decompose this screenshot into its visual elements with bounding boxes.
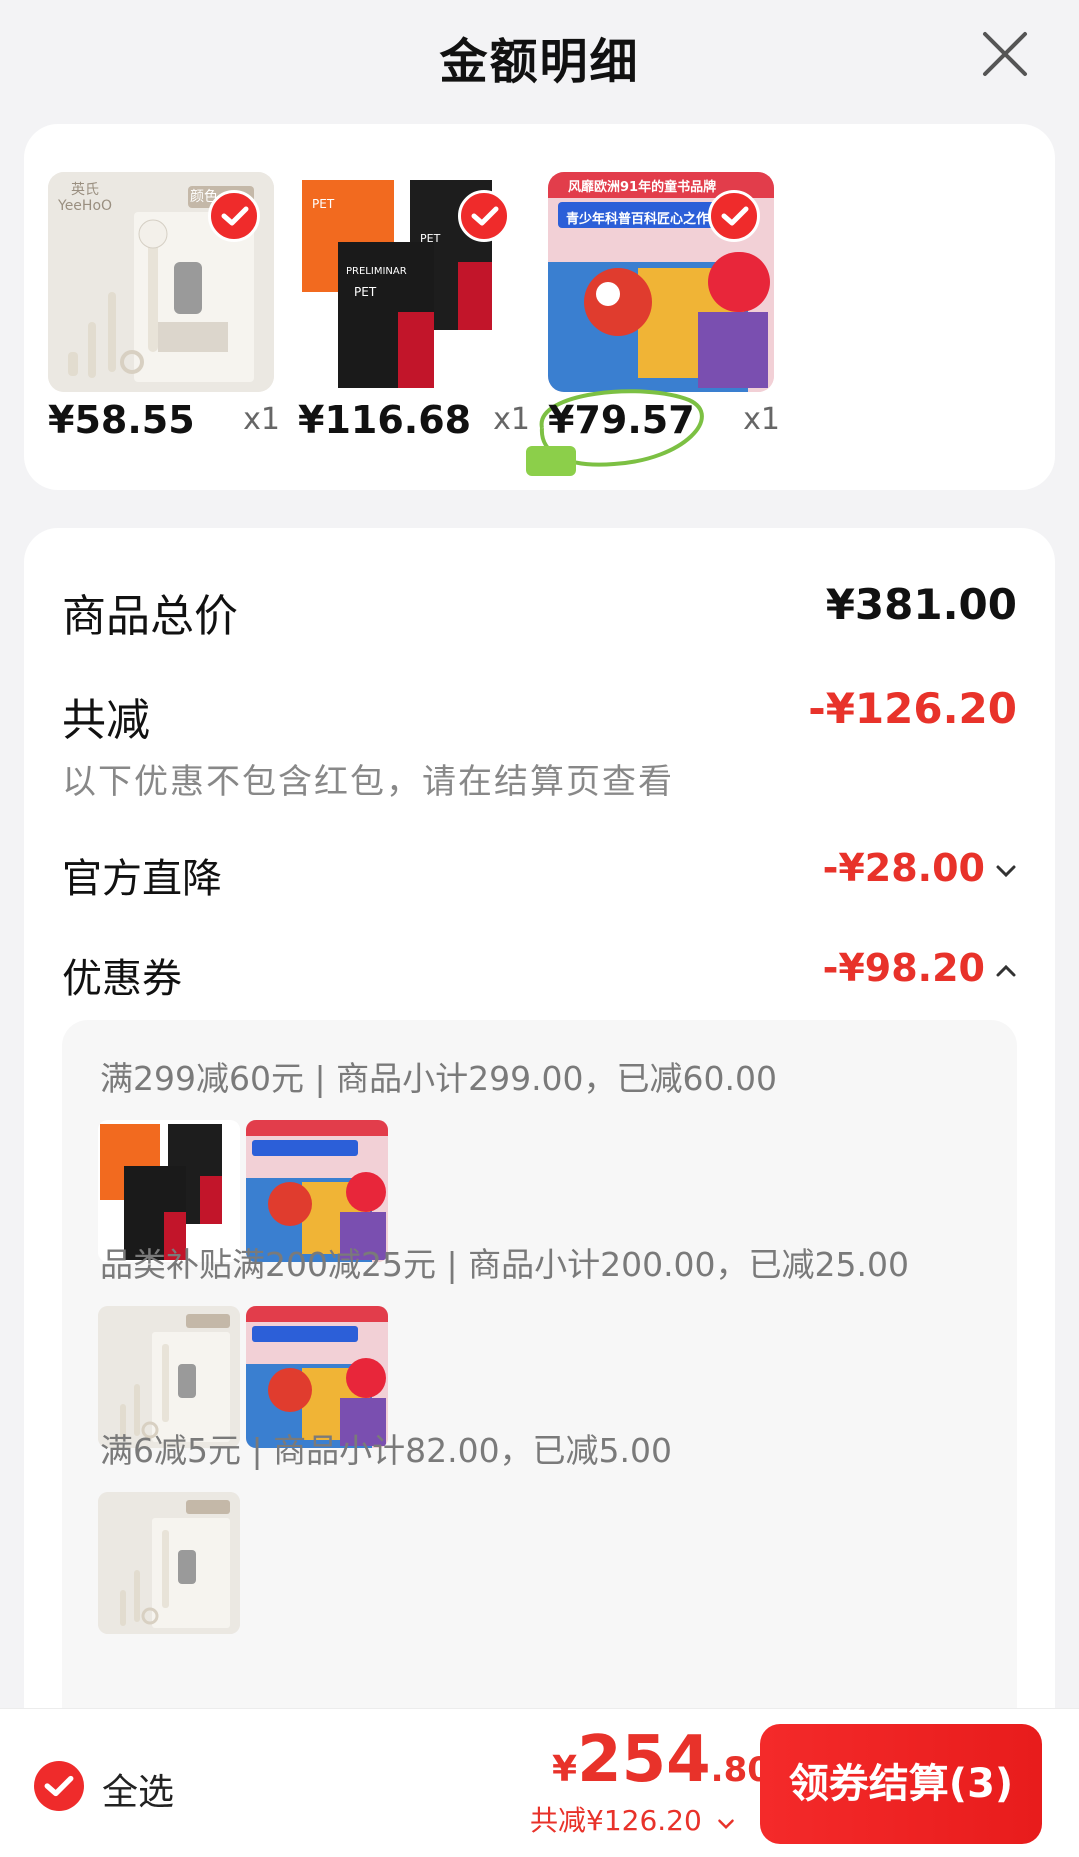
reduce-value: -¥126.20	[808, 684, 1017, 733]
select-all-checkbox[interactable]	[34, 1761, 84, 1811]
total-integer: 254	[577, 1723, 711, 1797]
product-checkbox[interactable]	[708, 190, 760, 242]
price-summary: 商品总价 ¥381.00 共减 -¥126.20 以下优惠不包含红包，请在结算页…	[24, 528, 1055, 1857]
official-label: 官方直降	[62, 856, 222, 902]
checkmark-icon	[721, 206, 749, 226]
page-title: 金额明细	[439, 34, 640, 90]
coupon-value: -¥98.20	[822, 946, 985, 990]
header: 金额明细	[0, 0, 1079, 108]
product-price: ¥79.57	[548, 398, 695, 442]
coupon-rule-text: 满6减5元 | 商品小计82.00，已减5.00	[100, 1431, 673, 1470]
select-all-label[interactable]: 全选	[102, 1763, 174, 1815]
product-item[interactable]: 风靡欧洲91年的童书品牌 青少年科普百科匠心之作 ¥79.57 x1	[526, 172, 780, 476]
product-price: ¥58.55	[48, 398, 195, 442]
product-quantity: x1	[743, 402, 780, 437]
coupon-rule-text: 品类补贴满200减25元 | 商品小计200.00，已减25.00	[100, 1245, 910, 1284]
total-value: ¥381.00	[825, 580, 1017, 629]
preliminary-text: PRELIMINAR	[346, 266, 407, 277]
pet-title-text: PET	[312, 197, 335, 211]
product-item[interactable]: 英氏 YeeHoO 颜色 ¥58.55 x1	[48, 172, 280, 442]
product-strip: 英氏 YeeHoO 颜色 ¥58.55 x1 PET PRELIMINAR PE…	[24, 124, 1055, 490]
pet-official-text: PET	[354, 285, 377, 299]
currency-symbol: ¥	[552, 1749, 578, 1790]
checkout-button[interactable]: 领券结算(3)	[760, 1724, 1042, 1844]
coupon-rule-text: 满299减60元 | 商品小计299.00，已减60.00	[100, 1059, 778, 1098]
saved-text: 共减¥126.20	[530, 1804, 702, 1837]
official-value: -¥28.00	[822, 846, 985, 890]
chevron-down-icon[interactable]	[995, 864, 1017, 878]
product-price: ¥116.68	[298, 398, 472, 442]
checkout-bar: 全选 ¥254.80 共减¥126.20 领券结算(3)	[0, 1708, 1079, 1857]
coupon-product-thumb[interactable]	[98, 1492, 240, 1634]
product-thumbnail[interactable]: PET PRELIMINAR PET PET	[298, 172, 524, 392]
coupon-label: 优惠券	[62, 956, 182, 1002]
pet-official-text-2: PET	[420, 232, 441, 245]
book-banner: 风靡欧洲91年的童书品牌	[568, 180, 717, 195]
checkmark-icon	[44, 1775, 74, 1797]
chevron-up-icon[interactable]	[995, 964, 1017, 978]
product-item[interactable]: PET PRELIMINAR PET PET ¥116.68 x1	[298, 172, 530, 442]
product-checkbox[interactable]	[208, 190, 260, 242]
product-thumbnail[interactable]: 风靡欧洲91年的童书品牌 青少年科普百科匠心之作	[548, 172, 774, 392]
saved-amount[interactable]: 共减¥126.20	[530, 1799, 734, 1839]
official-value-wrap: -¥28.00	[823, 846, 1017, 890]
chevron-down-icon	[717, 1819, 734, 1830]
brand-logo: 英氏 YeeHoO	[58, 182, 113, 214]
checkmark-icon	[471, 206, 499, 226]
close-icon	[983, 32, 1027, 76]
product-quantity: x1	[243, 402, 280, 437]
discount-note: 以下优惠不包含红包，请在结算页查看	[62, 762, 674, 802]
coupon-value-wrap: -¥98.20	[823, 946, 1017, 990]
total-label: 商品总价	[62, 591, 238, 642]
checkmark-icon	[221, 206, 249, 226]
brush-set-image	[98, 1492, 240, 1634]
close-button[interactable]	[975, 24, 1035, 84]
product-thumbnail[interactable]: 英氏 YeeHoO 颜色	[48, 172, 274, 392]
book-title: 青少年科普百科匠心之作	[566, 212, 710, 227]
total-price: ¥254.80	[552, 1723, 771, 1797]
reduce-label: 共减	[62, 695, 150, 746]
product-checkbox[interactable]	[458, 190, 510, 242]
